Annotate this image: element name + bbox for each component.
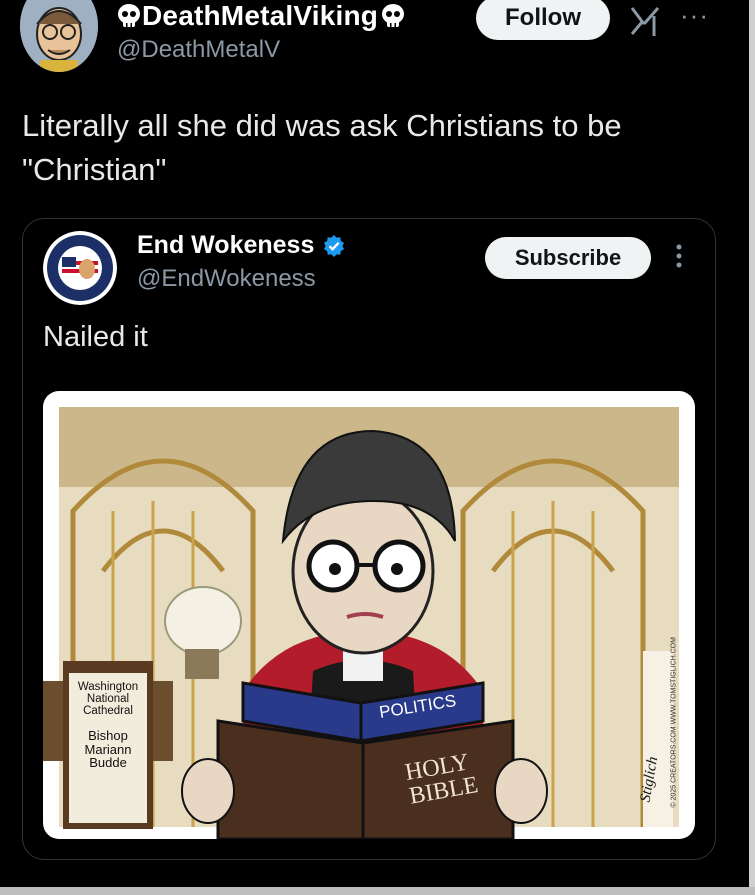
cartoon-credit: © 2025 CREATORS.COM WWW.TOMSTIGLICH.COM (670, 637, 678, 808)
sign-line: National (86, 693, 130, 706)
follow-button[interactable]: Follow (476, 0, 610, 40)
sign-line: Cathedral (83, 705, 133, 718)
cartoon-image[interactable]: Washington National Cathedral Bishop Mar… (43, 391, 695, 839)
author-avatar[interactable] (20, 0, 98, 72)
bottom-edge (0, 887, 755, 895)
quoted-post-text: Nailed it (43, 321, 148, 353)
quoted-author-avatar[interactable] (43, 231, 117, 305)
quoted-display-name[interactable]: End Wokeness (137, 231, 314, 260)
author-name-row: DeathMetalViking (116, 0, 406, 32)
cartoon-sign: Washington National Cathedral Bishop Mar… (69, 681, 147, 770)
post-text: Literally all she did was ask Christians… (22, 108, 622, 187)
author-handle[interactable]: @DeathMetalV (117, 36, 280, 64)
right-edge (749, 0, 755, 895)
sign-name-line: Mariann (84, 741, 132, 757)
subscribe-button[interactable]: Subscribe (485, 237, 651, 279)
sign-name-line: Budde (89, 755, 127, 771)
more-options-vertical-icon[interactable] (675, 239, 683, 273)
quoted-post-card[interactable]: End Wokeness @EndWokeness Subscribe Nail… (22, 218, 716, 860)
quoted-handle[interactable]: @EndWokeness (137, 265, 316, 293)
more-options-icon[interactable]: ··· (680, 0, 709, 31)
sign-name-line: Bishop (88, 728, 128, 744)
skull-icon (118, 4, 140, 27)
author-display-name[interactable]: DeathMetalViking (142, 0, 378, 32)
verified-badge-icon (324, 234, 345, 257)
sign-line: Washington (77, 681, 139, 693)
quoted-name-row: End Wokeness (137, 231, 346, 260)
skull-icon (382, 4, 405, 27)
grok-icon[interactable] (628, 4, 662, 38)
